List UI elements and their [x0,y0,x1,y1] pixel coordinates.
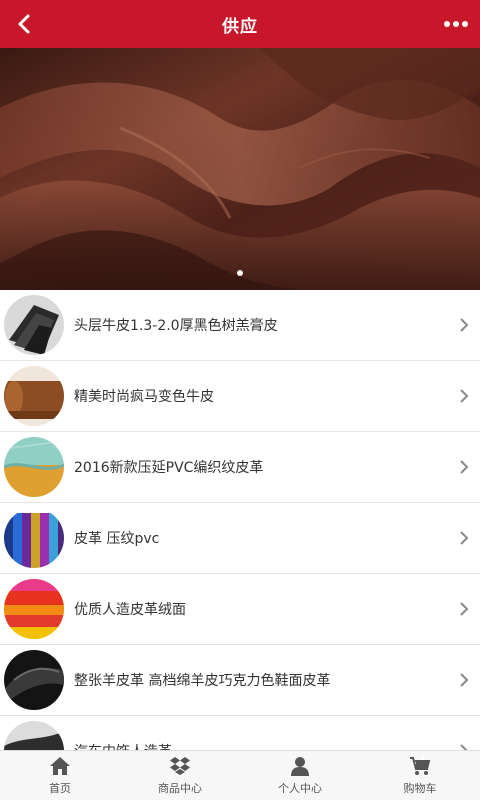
carousel-dot-active[interactable] [237,270,243,276]
product-thumbnail [4,721,64,750]
more-button[interactable] [442,10,470,38]
chevron-right-icon [452,668,476,692]
list-item[interactable]: 汽车内饰人造革 [0,716,480,750]
list-item[interactable]: 皮革 压纹pvc [0,503,480,574]
product-list: 头层牛皮1.3-2.0厚黑色树羔膏皮 精美时尚疯马变色牛皮 2016新款压延PV… [0,290,480,750]
list-item[interactable]: 头层牛皮1.3-2.0厚黑色树羔膏皮 [0,290,480,361]
product-thumbnail [4,295,64,355]
bottom-tab-bar: 首页 商品中心 个人中心 购物车 [0,750,480,800]
banner-carousel[interactable] [0,48,480,290]
product-thumbnail [4,508,64,568]
product-thumbnail [4,650,64,710]
chevron-right-icon [452,597,476,621]
carousel-indicator [0,270,480,276]
tab-label: 购物车 [403,782,437,795]
product-title: 2016新款压延PVC编织纹皮革 [74,460,264,476]
top-bar: 供应 [0,0,480,48]
tab-label: 商品中心 [158,782,202,795]
more-dots-icon [444,21,468,27]
product-title: 汽车内饰人造革 [74,741,452,750]
chevron-right-icon [452,313,476,337]
chevron-left-icon [18,14,30,34]
chevron-right-icon [452,526,476,550]
tab-profile[interactable]: 个人中心 [240,751,360,800]
back-button[interactable] [8,8,40,40]
chevron-right-icon [452,384,476,408]
product-title: 精美时尚疯马变色牛皮 [74,389,214,405]
product-thumbnail [4,366,64,426]
tab-label: 个人中心 [278,782,322,795]
chevron-right-icon [452,455,476,479]
list-item[interactable]: 精美时尚疯马变色牛皮 [0,361,480,432]
tab-cart[interactable]: 购物车 [360,751,480,800]
chevron-right-icon [452,739,476,750]
product-thumbnail [4,437,64,497]
product-title: 整张羊皮革 高档绵羊皮巧克力色鞋面皮革 [74,673,331,689]
list-item[interactable]: 2016新款压延PVC编织纹皮革 [0,432,480,503]
tab-products[interactable]: 商品中心 [120,751,240,800]
user-icon [288,755,312,777]
tab-label: 首页 [49,782,71,795]
dropbox-icon [168,755,192,777]
product-title: 皮革 压纹pvc [74,531,160,547]
list-item[interactable]: 优质人造皮革绒面 [0,574,480,645]
page-title: 供应 [222,16,258,37]
list-item[interactable]: 整张羊皮革 高档绵羊皮巧克力色鞋面皮革 [0,645,480,716]
cart-icon [408,755,432,777]
home-icon [48,755,72,777]
tab-home[interactable]: 首页 [0,751,120,800]
product-title: 优质人造皮革绒面 [74,602,186,618]
product-title: 头层牛皮1.3-2.0厚黑色树羔膏皮 [74,318,278,334]
leather-banner-image [0,48,480,290]
product-thumbnail [4,579,64,639]
